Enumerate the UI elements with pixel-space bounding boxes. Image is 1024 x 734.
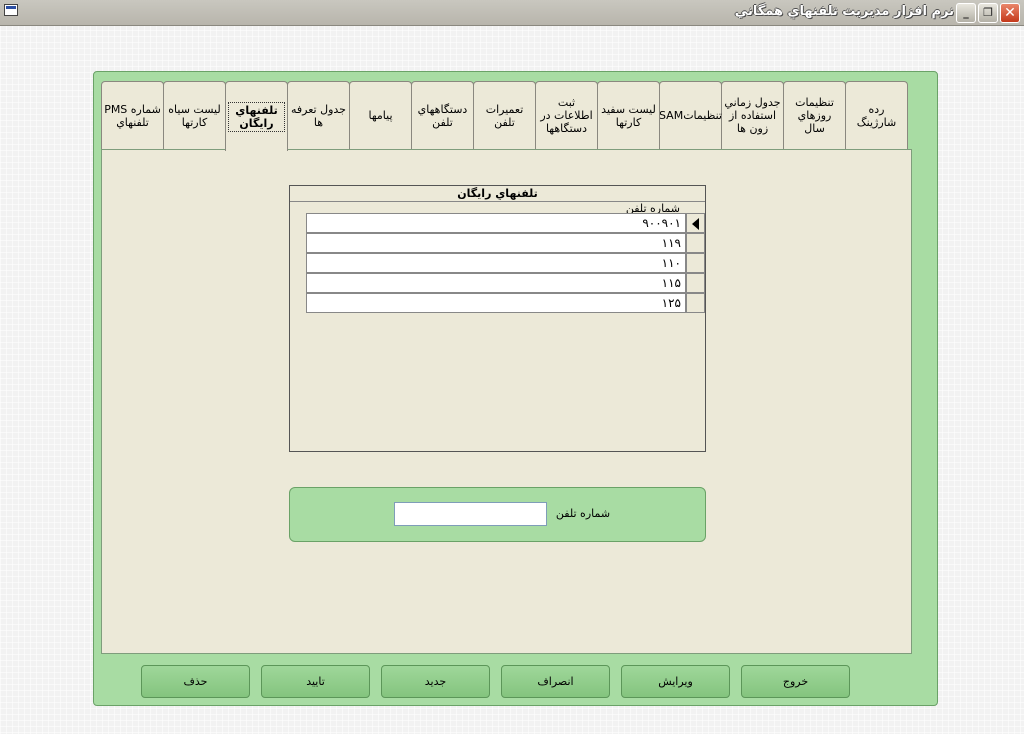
row-selector[interactable] xyxy=(686,233,705,253)
tab-year-days-settings[interactable]: تنظيمات روزهاي سال xyxy=(783,81,846,149)
row-selector[interactable] xyxy=(686,253,705,273)
minimize-button[interactable]: _ xyxy=(956,3,976,23)
phone-number-label: شماره تلفن xyxy=(555,507,611,520)
table-row[interactable]: ۱۱۵ xyxy=(306,273,686,293)
tab-label: تلفنهاي رايگان xyxy=(228,101,285,132)
tab-free-phones[interactable]: تلفنهاي رايگان xyxy=(225,81,288,151)
row-selector[interactable] xyxy=(686,213,705,233)
table-row[interactable]: ۱۱۰ xyxy=(306,253,686,273)
tab-card-blacklist[interactable]: ليست سياه کارتها xyxy=(163,81,226,149)
tab-label: تنظيمات روزهاي سال xyxy=(795,96,834,135)
tab-label: جدول زماني استفاده از زون ها xyxy=(724,96,781,135)
tab-device-data-entry[interactable]: ثبت اطلاعات در دستگاهها xyxy=(535,81,598,149)
edit-button[interactable]: ويرايش xyxy=(621,665,730,698)
tab-phone-devices[interactable]: دستگاههاي تلفن xyxy=(411,81,474,149)
table-row[interactable]: ۱۱۹ xyxy=(306,233,686,253)
tab-label: رده شارژينگ xyxy=(856,102,897,129)
restore-button[interactable]: ❐ xyxy=(978,3,998,23)
close-button[interactable]: ✕ xyxy=(1000,3,1020,23)
new-button[interactable]: جديد xyxy=(381,665,490,698)
tab-messages[interactable]: پيامها xyxy=(349,81,412,149)
tab-label: تعميرات تلفن xyxy=(485,102,524,129)
tab-pms-phone-numbers[interactable]: شماره PMS تلفنهاي xyxy=(101,81,164,149)
table-row[interactable]: ۱۲۵ xyxy=(306,293,686,313)
exit-button[interactable]: خروج xyxy=(741,665,850,698)
tab-label: ثبت اطلاعات در دستگاهها xyxy=(540,96,593,135)
tab-label: ليست سفيد کارتها xyxy=(601,102,656,129)
tab-tariff-table[interactable]: جدول تعرفه ها xyxy=(287,81,350,149)
current-row-arrow-icon xyxy=(692,218,699,230)
tab-card-whitelist[interactable]: ليست سفيد کارتها xyxy=(597,81,660,149)
tab-phone-repairs[interactable]: تعميرات تلفن xyxy=(473,81,536,149)
free-phones-grid[interactable]: تلفنهاي رايگان شماره تلفن ۹۰۰۹۰۱ ۱۱۹ ۱۱۰… xyxy=(289,185,706,452)
tab-label: تنظيماتSAM xyxy=(659,109,722,122)
tab-charging-class[interactable]: رده شارژينگ xyxy=(845,81,908,149)
phone-number-input[interactable] xyxy=(394,502,547,526)
title-bar: نرم افزار مديريت تلفنهاي همگاني _ ❐ ✕ xyxy=(0,0,1024,26)
delete-button[interactable]: حذف xyxy=(141,665,250,698)
row-selector[interactable] xyxy=(686,293,705,313)
row-selector[interactable] xyxy=(686,273,705,293)
app-icon[interactable] xyxy=(4,4,18,16)
tab-label: پيامها xyxy=(368,109,393,122)
table-row[interactable]: ۹۰۰۹۰۱ xyxy=(306,213,686,233)
cancel-button[interactable]: انصراف xyxy=(501,665,610,698)
tab-label: دستگاههاي تلفن xyxy=(417,102,468,129)
tab-sam-settings[interactable]: تنظيماتSAM xyxy=(659,81,722,149)
tab-label: جدول تعرفه ها xyxy=(291,102,346,129)
tab-zone-schedule[interactable]: جدول زماني استفاده از زون ها xyxy=(721,81,784,149)
window-title: نرم افزار مديريت تلفنهاي همگاني xyxy=(734,4,954,19)
confirm-button[interactable]: تاييد xyxy=(261,665,370,698)
grid-caption: تلفنهاي رايگان xyxy=(290,186,705,202)
tab-label: ليست سياه کارتها xyxy=(168,102,221,129)
tab-label: شماره PMS تلفنهاي xyxy=(104,102,161,129)
